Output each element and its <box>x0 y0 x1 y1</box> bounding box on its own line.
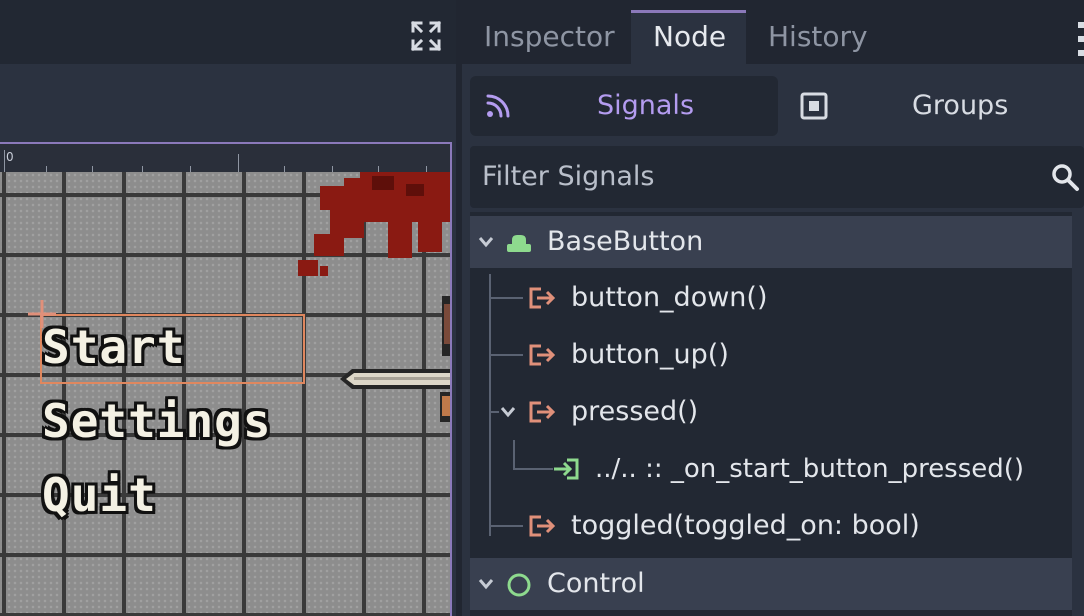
expand-icon <box>410 20 442 52</box>
signal-row-pressed[interactable]: pressed() <box>470 386 1072 438</box>
signals-mode-button[interactable]: Signals <box>470 76 778 136</box>
signals-tree: BaseButton button_down() button_up() pre… <box>470 212 1072 616</box>
viewport-toolbar <box>0 64 456 142</box>
signals-mode-label: Signals <box>597 90 695 121</box>
signal-waves-icon <box>486 94 510 118</box>
signal-label: button_up() <box>571 339 729 370</box>
scene-view[interactable]: Start Settings Quit <box>0 172 450 616</box>
chevron-down-icon[interactable] <box>478 236 494 248</box>
category-row-basebutton[interactable]: BaseButton <box>470 216 1072 268</box>
category-label: BaseButton <box>547 226 704 257</box>
signal-label: pressed() <box>571 396 699 427</box>
menu-start-label[interactable]: Start <box>42 320 185 374</box>
dock-tab-bar: Inspector Node History <box>462 0 1084 64</box>
signal-row-button-up[interactable]: button_up() <box>470 329 1072 381</box>
groups-icon <box>800 92 828 120</box>
tab-inspector[interactable]: Inspector <box>462 10 637 64</box>
distraction-free-button[interactable] <box>408 18 444 54</box>
groups-mode-label: Groups <box>912 90 1009 121</box>
horizontal-ruler[interactable]: 0 <box>0 144 450 173</box>
connection-row[interactable]: ../.. :: _on_start_button_pressed() <box>470 443 1072 495</box>
chevron-down-icon[interactable] <box>500 406 516 418</box>
category-row-control[interactable]: Control <box>470 558 1072 610</box>
signal-row-button-down[interactable]: button_down() <box>470 272 1072 324</box>
signal-label: toggled(toggled_on: bool) <box>571 510 920 541</box>
signal-label: button_down() <box>571 282 768 313</box>
character-sprite <box>440 296 450 422</box>
filter-signals-input[interactable] <box>482 146 1022 208</box>
signal-row-toggled[interactable]: toggled(toggled_on: bool) <box>470 500 1072 552</box>
blood-splatter <box>298 172 450 276</box>
dock-menu-icon[interactable] <box>1078 22 1084 56</box>
category-label: Control <box>547 568 645 599</box>
connection-label: ../.. :: _on_start_button_pressed() <box>595 454 1025 484</box>
canvas-2d[interactable]: 0 Start Settings Quit <box>0 142 452 616</box>
slot-icon <box>554 458 579 480</box>
ruler-tick <box>4 150 5 172</box>
viewport-pane: 0 Start Settings Quit <box>0 0 456 616</box>
viewport-topbar <box>0 0 456 64</box>
dock-body: Signals Groups Filter Signals BaseButton… <box>462 64 1084 616</box>
ruler-tick <box>238 154 239 172</box>
ruler-zero-label: 0 <box>6 150 14 164</box>
control-icon <box>507 573 531 597</box>
groups-mode-button[interactable]: Groups <box>786 76 1076 136</box>
filter-signals-box <box>470 146 1084 208</box>
signal-icon <box>529 287 556 309</box>
menu-quit-label[interactable]: Quit <box>42 468 157 522</box>
search-icon[interactable] <box>1050 162 1080 192</box>
menu-settings-label[interactable]: Settings <box>42 394 272 448</box>
tab-node[interactable]: Node <box>631 10 746 64</box>
node-dock: Inspector Node History Signals Groups Fi… <box>462 0 1084 616</box>
signal-icon <box>529 344 556 366</box>
chevron-down-icon[interactable] <box>478 578 494 590</box>
base-button-icon <box>507 235 531 252</box>
signal-icon <box>529 401 556 423</box>
signal-icon <box>529 515 556 537</box>
tab-history[interactable]: History <box>746 10 890 64</box>
